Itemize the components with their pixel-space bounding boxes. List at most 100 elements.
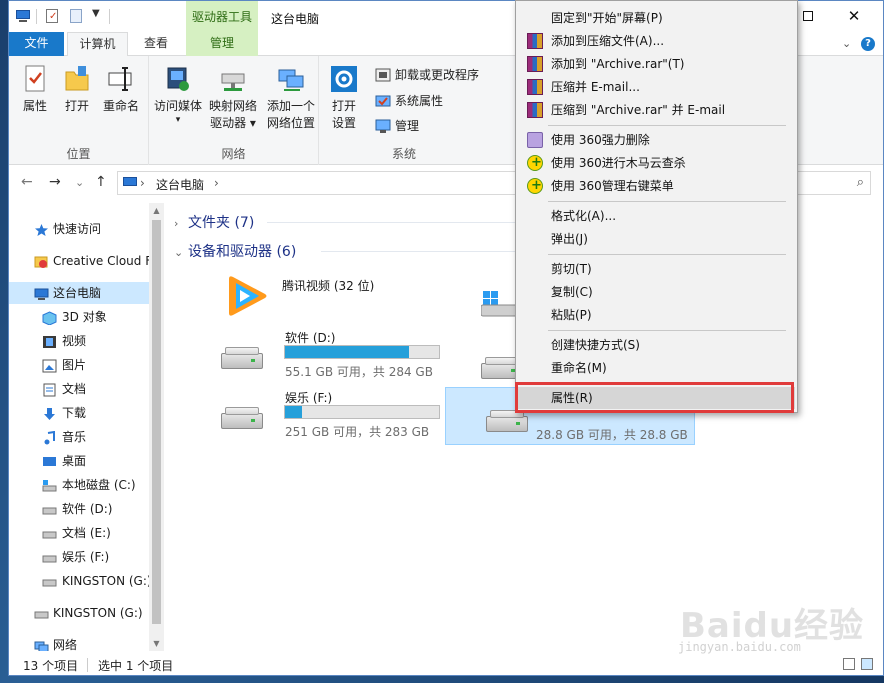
open-button[interactable]: 打开 [59,64,95,115]
open-settings-button[interactable]: 打开 设置 [325,64,363,132]
customize-quick-access-dropdown[interactable]: ▼ [92,8,100,19]
uninstall-programs-button[interactable]: 卸载或更改程序 [375,66,479,84]
properties-quick-icon[interactable]: ✓ [44,8,60,24]
add-network-location-button[interactable]: 添加一个 网络位置 [265,64,317,132]
menu-item-360-shred[interactable]: 使用 360强力删除 [518,129,795,151]
menu-item-paste[interactable]: 粘贴(P) [518,304,795,326]
properties-button[interactable]: 属性 [17,64,53,115]
menu-item-eject[interactable]: 弹出(J) [518,228,795,250]
menu-item-format[interactable]: 格式化(A)... [518,205,795,227]
nav-item-videos[interactable]: 视频 [9,330,149,352]
nav-item-drive-c[interactable]: 本地磁盘 (C:) [9,474,149,496]
manage-computer-button[interactable]: 管理 [375,117,419,135]
breadcrumb-separator: › [140,176,145,190]
tab-file[interactable]: 文件 [9,32,64,56]
ribbon-group-system: 打开 设置 卸载或更改程序 系统属性 管理 系统 [319,56,489,165]
360-icon: + [527,155,543,171]
nav-item-drive-e[interactable]: 文档 (E:) [9,522,149,544]
new-folder-quick-icon[interactable] [68,8,84,24]
nav-item-3d-objects[interactable]: 3D 对象 [9,306,149,328]
status-bar: 13 个项目 选中 1 个项目 [9,653,883,675]
nav-item-label: 3D 对象 [62,310,107,324]
menu-item-label: 使用 360进行木马云查杀 [551,156,686,170]
back-button[interactable]: ← [21,174,33,190]
menu-separator [548,201,786,202]
nav-item-pictures[interactable]: 图片 [9,354,149,376]
nav-item-desktop[interactable]: 桌面 [9,450,149,472]
menu-item-create-shortcut[interactable]: 创建快捷方式(S) [518,334,795,356]
highlight-annotation-box [515,382,794,413]
nav-item-this-pc[interactable]: 这台电脑 [9,282,149,304]
map-network-drive-button[interactable]: 映射网络 驱动器 ▾ [207,64,259,132]
menu-item-label: 使用 360强力删除 [551,133,650,147]
menu-item-label: 剪切(T) [551,262,592,276]
drive-item-f[interactable]: 娱乐 (F:) 251 GB 可用，共 283 GB [209,389,459,445]
search-input[interactable]: ⌕ [789,171,871,195]
section-folders[interactable]: › 文件夹 (7) [174,212,254,232]
section-divider [267,222,525,223]
nav-item-drive-f[interactable]: 娱乐 (F:) [9,546,149,568]
drive-free-space: 28.8 GB 可用，共 28.8 GB [536,428,688,442]
drive-item-d[interactable]: 软件 (D:) 55.1 GB 可用，共 284 GB [209,329,459,385]
menu-item-rename[interactable]: 重命名(M) [518,357,795,379]
menu-item-360-scan[interactable]: + 使用 360进行木马云查杀 [518,152,795,174]
open-settings-label-line1: 打开 [331,99,356,113]
nav-scrollbar[interactable]: ▲ ▼ [149,203,164,651]
chevron-down-icon: ⌄ [174,246,184,259]
menu-item-add-to-archive[interactable]: 添加到压缩文件(A)... [518,30,795,52]
rename-button[interactable]: 重命名 [99,64,143,115]
breadcrumb-separator[interactable]: › [214,176,219,190]
nav-item-drive-g[interactable]: KINGSTON (G:) [9,570,149,592]
menu-item-add-to-archive-rar[interactable]: 添加到 "Archive.rar"(T) [518,53,795,75]
access-media-label: 访问媒体 [153,99,202,113]
menu-item-compress-email[interactable]: 压缩并 E-mail... [518,76,795,98]
menu-item-pin-to-start[interactable]: 固定到"开始"屏幕(P) [518,7,795,29]
nav-item-creative-cloud[interactable]: Creative Cloud Files [9,250,149,272]
breadcrumb[interactable]: 这台电脑 [156,176,204,193]
search-icon: ⌕ [856,175,864,190]
menu-item-360-manage[interactable]: + 使用 360管理右键菜单 [518,175,795,197]
manage-label: 管理 [395,119,420,133]
nav-item-quick-access[interactable]: 快速访问 [9,218,149,240]
system-properties-icon [375,93,391,109]
access-media-button[interactable]: 访问媒体 ▾ [153,64,203,125]
tab-computer[interactable]: 计算机 [67,32,128,57]
toolbar-divider [36,9,37,24]
nav-item-label: 这台电脑 [53,286,102,300]
large-icons-view-icon[interactable] [861,658,873,670]
recent-locations-dropdown[interactable]: ⌄ [75,176,84,189]
scroll-up-icon[interactable]: ▲ [149,203,164,218]
tab-view[interactable]: 查看 [135,32,177,56]
menu-item-compress-rar-email[interactable]: 压缩到 "Archive.rar" 并 E-mail [518,99,795,121]
app-item-tencent-video[interactable]: 腾讯视频 (32 位) [209,269,459,319]
nav-item-music[interactable]: 音乐 [9,426,149,448]
selection-count: 选中 1 个项目 [98,659,174,673]
details-view-icon[interactable] [843,658,855,670]
menu-item-copy[interactable]: 复制(C) [518,281,795,303]
up-button[interactable]: ↑ [95,174,107,190]
nav-item-network[interactable]: 网络 [9,634,149,651]
menu-item-cut[interactable]: 剪切(T) [518,258,795,280]
menu-item-label: 压缩并 E-mail... [551,80,640,94]
status-divider [87,658,88,672]
tab-manage[interactable]: 管理 [186,32,258,56]
drive-name: 软件 (D:) [285,331,336,345]
forward-button[interactable]: → [49,174,61,190]
nav-item-downloads[interactable]: 下载 [9,402,149,424]
menu-item-label: 重命名(M) [551,361,607,375]
close-button[interactable]: ✕ [831,1,877,32]
nav-item-documents[interactable]: 文档 [9,378,149,400]
window-title: 这台电脑 [271,12,320,26]
desktop-icon [42,454,57,468]
nav-item-drive-d[interactable]: 软件 (D:) [9,498,149,520]
nav-item-kingston[interactable]: KINGSTON (G:) [9,602,149,624]
scroll-thumb[interactable] [152,220,161,624]
help-icon[interactable]: ? [861,37,875,51]
expand-ribbon-icon[interactable]: ⌄ [842,37,851,50]
section-divider [321,251,525,252]
system-properties-button[interactable]: 系统属性 [375,92,443,110]
computer-icon[interactable] [15,8,31,24]
scroll-down-icon[interactable]: ▼ [149,636,164,651]
menu-separator [548,125,786,126]
section-devices[interactable]: ⌄ 设备和驱动器 (6) [174,241,296,261]
